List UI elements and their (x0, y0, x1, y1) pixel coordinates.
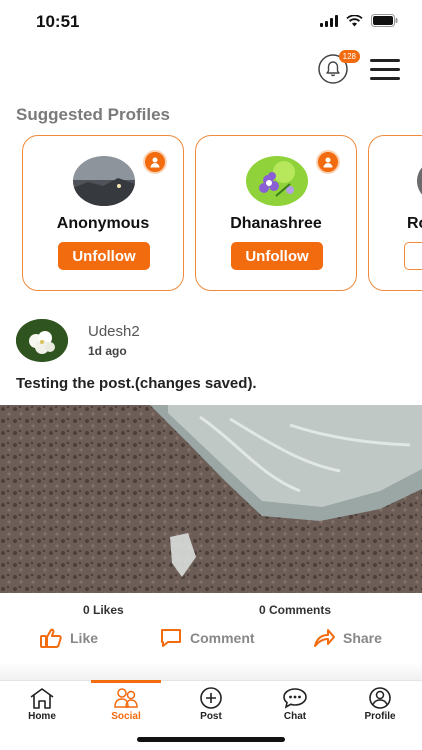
unfollow-button[interactable] (404, 242, 422, 270)
profile-card[interactable]: Ro (368, 135, 422, 291)
share-icon (314, 629, 335, 647)
avatar (246, 156, 308, 206)
comment-icon (161, 629, 181, 647)
nav-item-home[interactable]: Home (12, 687, 72, 722)
share-button[interactable]: Share (313, 628, 382, 648)
section-title: Suggested Profiles (16, 105, 170, 124)
share-label: Share (343, 630, 382, 646)
post-author-avatar[interactable] (16, 319, 68, 362)
comment-label: Comment (190, 630, 255, 646)
profile-card[interactable]: Dhanashree Unfollow (195, 135, 357, 291)
bottom-nav: Home Social Post Chat Profile (0, 680, 422, 750)
chat-icon (283, 688, 307, 709)
notifications-button[interactable]: 128 (318, 50, 360, 86)
notification-badge: 128 (338, 50, 360, 63)
divider (0, 662, 422, 680)
nav-item-social[interactable]: Social (96, 687, 156, 722)
profile-name: Dhanashree (230, 215, 322, 232)
avatar (73, 156, 135, 206)
post-username[interactable]: Udesh2 (88, 323, 140, 340)
profile-icon (369, 687, 391, 709)
active-tab-indicator (91, 680, 161, 683)
post-text: Testing the post.(changes saved). (16, 375, 257, 392)
suggested-profiles-carousel[interactable]: Anonymous Unfollow Dhanashree Unfollow R (22, 135, 422, 291)
likes-count[interactable]: 0 Likes (83, 603, 124, 617)
status-icons (320, 14, 398, 27)
profile-name: Anonymous (56, 215, 150, 232)
post-counts: 0 Likes 0 Comments (0, 603, 422, 619)
status-time: 10:51 (36, 12, 80, 31)
post-actions: Like Comment Share (0, 628, 422, 654)
top-actions: 128 (318, 50, 400, 86)
profile-card[interactable]: Anonymous Unfollow (22, 135, 184, 291)
like-label: Like (70, 630, 99, 646)
thumbs-up-icon (40, 628, 62, 648)
comments-count[interactable]: 0 Comments (259, 603, 331, 617)
plus-circle-icon (200, 687, 222, 709)
menu-icon[interactable] (370, 58, 400, 80)
nav-label-profile: Profile (364, 711, 396, 722)
battery-icon (371, 14, 398, 27)
avatar (417, 156, 422, 206)
nav-item-profile[interactable]: Profile (350, 687, 410, 722)
profile-name: Ro (407, 215, 422, 232)
wifi-icon (346, 14, 363, 26)
unfollow-button[interactable]: Unfollow (58, 242, 150, 270)
nav-label-social: Social (111, 711, 141, 722)
post-image[interactable] (0, 405, 422, 593)
signal-icon (320, 14, 338, 27)
like-button[interactable]: Like (40, 628, 98, 648)
nav-label-post: Post (200, 711, 222, 722)
nav-item-chat[interactable]: Chat (265, 687, 325, 722)
nav-label-home: Home (28, 711, 56, 722)
nav-item-post[interactable]: Post (181, 687, 241, 722)
home-indicator (137, 737, 285, 742)
comment-button[interactable]: Comment (160, 628, 255, 648)
status-bar: 10:51 (0, 0, 422, 44)
unfollow-button[interactable]: Unfollow (231, 242, 323, 270)
home-icon (30, 688, 54, 709)
nav-label-chat: Chat (283, 711, 307, 722)
post-timestamp: 1d ago (88, 344, 127, 358)
person-icon (316, 150, 340, 174)
person-icon (143, 150, 167, 174)
social-icon (114, 688, 138, 708)
